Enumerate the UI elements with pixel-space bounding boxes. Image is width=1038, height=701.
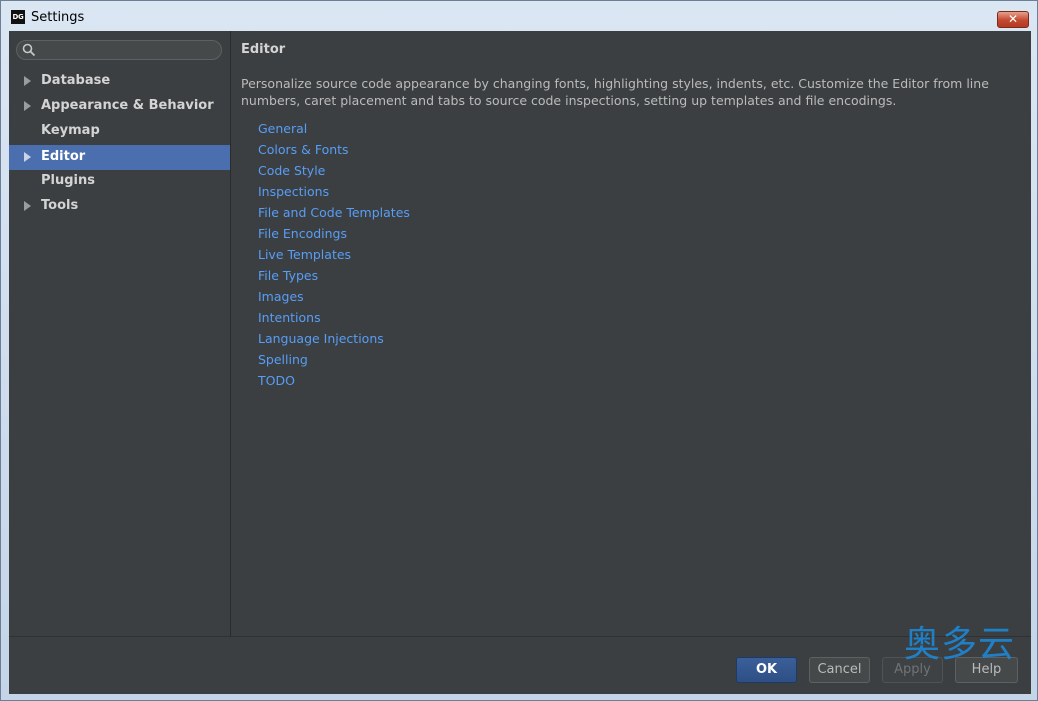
sidebar-item-keymap[interactable]: Keymap xyxy=(9,119,230,144)
sidebar-item-label: Editor xyxy=(41,149,86,164)
link-code-style[interactable]: Code Style xyxy=(258,163,325,178)
page-title: Editor xyxy=(241,42,286,57)
title-bar: DG Settings ✕ xyxy=(1,1,1037,31)
link-general[interactable]: General xyxy=(258,121,307,136)
close-button[interactable]: ✕ xyxy=(997,11,1029,28)
search-input[interactable] xyxy=(16,40,222,60)
link-intentions[interactable]: Intentions xyxy=(258,310,321,325)
dialog-client: Database Appearance & Behavior Keymap Ed… xyxy=(9,31,1031,694)
sidebar-item-label: Plugins xyxy=(41,173,95,188)
window-title: Settings xyxy=(31,10,85,25)
link-spelling[interactable]: Spelling xyxy=(258,352,308,367)
watermark: 奥多云 xyxy=(904,624,1016,665)
expand-arrow-icon[interactable] xyxy=(24,101,31,111)
settings-window: DG Settings ✕ Database Appearance & Beha… xyxy=(0,0,1038,701)
app-logo-icon: DG xyxy=(11,10,25,24)
link-colors-fonts[interactable]: Colors & Fonts xyxy=(258,142,349,157)
link-file-code-templates[interactable]: File and Code Templates xyxy=(258,205,410,220)
link-inspections[interactable]: Inspections xyxy=(258,184,329,199)
sidebar-item-plugins[interactable]: Plugins xyxy=(9,169,230,194)
expand-arrow-icon[interactable] xyxy=(24,76,31,86)
editor-settings-panel: Editor Personalize source code appearanc… xyxy=(231,31,1031,636)
expand-arrow-icon[interactable] xyxy=(24,201,31,211)
link-file-types[interactable]: File Types xyxy=(258,268,318,283)
link-images[interactable]: Images xyxy=(258,289,304,304)
sidebar-item-label: Tools xyxy=(41,198,79,213)
link-todo[interactable]: TODO xyxy=(258,373,295,388)
expand-arrow-icon[interactable] xyxy=(24,152,31,162)
link-language-injections[interactable]: Language Injections xyxy=(258,331,384,346)
sidebar-item-appearance-behavior[interactable]: Appearance & Behavior xyxy=(9,94,230,119)
ok-button[interactable]: OK xyxy=(736,657,797,683)
sidebar-item-label: Appearance & Behavior xyxy=(41,98,214,113)
sidebar-item-tools[interactable]: Tools xyxy=(9,194,230,219)
search-icon xyxy=(22,43,36,57)
sidebar-item-database[interactable]: Database xyxy=(9,69,230,94)
page-description: Personalize source code appearance by ch… xyxy=(241,76,989,108)
sidebar-item-label: Database xyxy=(41,73,111,88)
sidebar: Database Appearance & Behavior Keymap Ed… xyxy=(9,31,231,636)
link-file-encodings[interactable]: File Encodings xyxy=(258,226,347,241)
cancel-button[interactable]: Cancel xyxy=(809,657,870,683)
sidebar-item-editor[interactable]: Editor xyxy=(9,145,230,170)
dialog-footer: OK Cancel Apply Help xyxy=(9,636,1031,695)
sidebar-item-label: Keymap xyxy=(41,123,100,138)
link-live-templates[interactable]: Live Templates xyxy=(258,247,351,262)
